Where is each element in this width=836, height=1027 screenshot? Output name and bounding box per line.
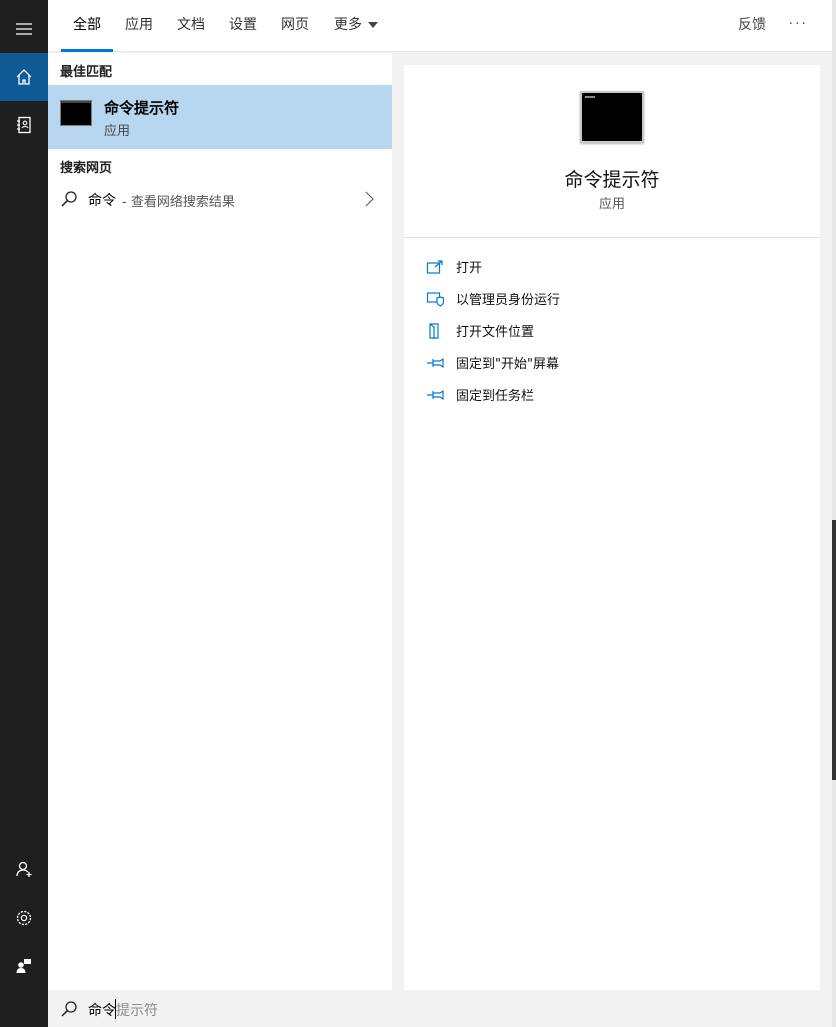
best-match-subtitle: 应用 bbox=[104, 124, 131, 139]
feedback-person-icon bbox=[16, 959, 31, 973]
filter-tab-bar: 全部 应用 文档 设置 网页 更多 反馈 ··· bbox=[48, 0, 832, 52]
home-icon bbox=[16, 69, 32, 85]
command-prompt-large-icon bbox=[580, 91, 644, 143]
web-search-item[interactable]: 命令 - 查看网络搜索结果 bbox=[48, 183, 392, 217]
more-options-button[interactable]: ··· bbox=[789, 0, 808, 52]
shield-icon bbox=[426, 292, 444, 307]
search-icon bbox=[61, 191, 77, 207]
action-open[interactable]: 打开 bbox=[426, 255, 786, 279]
action-pin-to-start-label: 固定到"开始"屏幕 bbox=[456, 357, 559, 372]
tab-documents[interactable]: 文档 bbox=[177, 0, 205, 52]
tab-web[interactable]: 网页 bbox=[281, 0, 309, 52]
background-window-edge bbox=[832, 0, 836, 1027]
command-prompt-icon bbox=[60, 100, 92, 126]
action-open-file-location[interactable]: 打开文件位置 bbox=[426, 319, 786, 343]
web-search-query: 命令 bbox=[88, 193, 116, 209]
best-match-heading: 最佳匹配 bbox=[60, 65, 113, 80]
notebook-icon bbox=[17, 116, 31, 134]
search-box[interactable]: 命令 提示符 bbox=[48, 990, 832, 1027]
pin-icon bbox=[427, 357, 444, 369]
preview-title: 命令提示符 bbox=[564, 169, 660, 191]
add-user-button[interactable] bbox=[0, 845, 48, 893]
results-pane: 最佳匹配 命令提示符 应用 搜索网页 命令 - 查看网络搜索结果 bbox=[48, 53, 392, 990]
action-open-label: 打开 bbox=[456, 261, 483, 276]
tab-all[interactable]: 全部 bbox=[61, 0, 113, 52]
gear-icon bbox=[16, 910, 32, 926]
search-autocomplete-suggestion: 提示符 bbox=[116, 1003, 158, 1019]
tab-more-label: 更多 bbox=[334, 17, 362, 33]
chevron-down-icon bbox=[368, 22, 378, 28]
feedback-button[interactable]: 反馈 bbox=[738, 0, 766, 52]
action-run-as-admin-label: 以管理员身份运行 bbox=[456, 293, 561, 308]
tab-documents-label: 文档 bbox=[177, 17, 205, 33]
chevron-right-icon[interactable] bbox=[364, 191, 374, 207]
add-user-icon bbox=[16, 861, 32, 877]
action-pin-to-taskbar[interactable]: 固定到任务栏 bbox=[426, 383, 786, 407]
tab-web-label: 网页 bbox=[281, 17, 309, 33]
tab-settings-label: 设置 bbox=[229, 17, 257, 33]
best-match-item[interactable]: 命令提示符 应用 bbox=[48, 85, 392, 149]
preview-subtitle: 应用 bbox=[598, 197, 625, 212]
pin-icon bbox=[427, 389, 444, 401]
background-window-edge-dark bbox=[832, 520, 836, 780]
tab-apps[interactable]: 应用 bbox=[125, 0, 153, 52]
web-search-hint: - 查看网络搜索结果 bbox=[122, 195, 235, 210]
action-run-as-admin[interactable]: 以管理员身份运行 bbox=[426, 287, 786, 311]
action-pin-to-taskbar-label: 固定到任务栏 bbox=[456, 389, 535, 404]
notebook-button[interactable] bbox=[0, 101, 48, 149]
search-input-text[interactable]: 命令 bbox=[88, 1000, 116, 1020]
search-web-heading: 搜索网页 bbox=[60, 161, 113, 176]
preview-pane: 命令提示符 应用 打开 以管理员身份运行 打开文件位置 固定到"开始"屏幕 固定… bbox=[404, 65, 820, 990]
action-pin-to-start[interactable]: 固定到"开始"屏幕 bbox=[426, 351, 786, 375]
hamburger-menu-icon bbox=[16, 23, 32, 35]
home-button[interactable] bbox=[0, 53, 48, 101]
hamburger-menu-button[interactable] bbox=[0, 5, 48, 53]
search-icon bbox=[61, 1001, 77, 1017]
file-location-icon bbox=[429, 323, 439, 339]
best-match-title: 命令提示符 bbox=[104, 99, 180, 117]
navigation-rail bbox=[0, 0, 48, 1027]
tab-apps-label: 应用 bbox=[125, 17, 153, 33]
settings-button[interactable] bbox=[0, 894, 48, 942]
tab-settings[interactable]: 设置 bbox=[229, 0, 257, 52]
action-open-file-location-label: 打开文件位置 bbox=[456, 325, 535, 340]
tab-all-label: 全部 bbox=[73, 17, 101, 33]
open-icon bbox=[426, 260, 443, 274]
feedback-person-button[interactable] bbox=[0, 942, 48, 990]
preview-divider bbox=[404, 237, 820, 238]
tab-more[interactable]: 更多 bbox=[334, 0, 378, 52]
